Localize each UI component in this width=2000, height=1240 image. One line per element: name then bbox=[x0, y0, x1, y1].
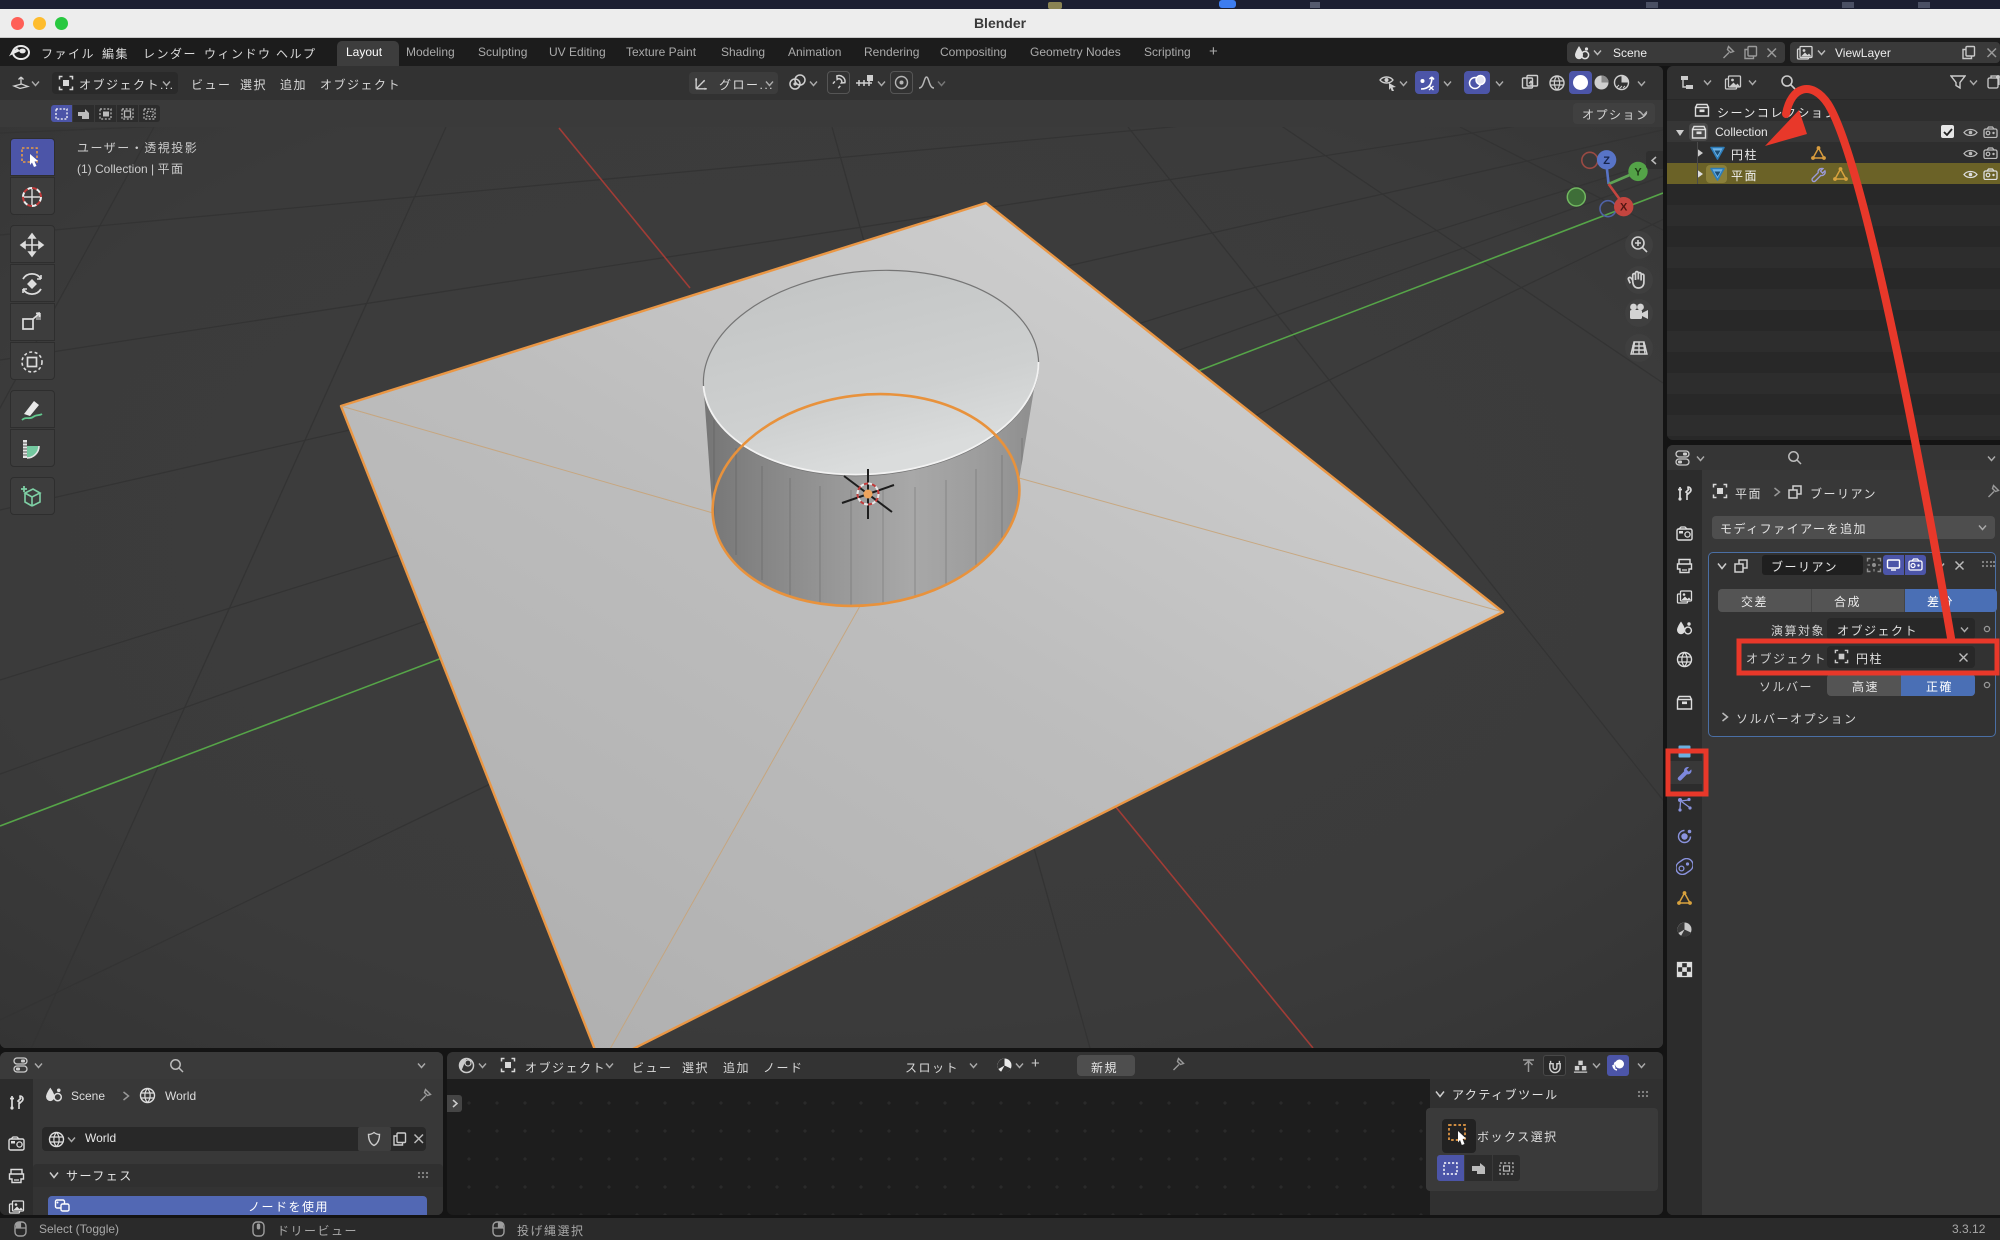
svg-text:X: X bbox=[1620, 202, 1628, 214]
svg-text:Z: Z bbox=[1603, 155, 1610, 167]
svg-text:Y: Y bbox=[1634, 166, 1642, 178]
